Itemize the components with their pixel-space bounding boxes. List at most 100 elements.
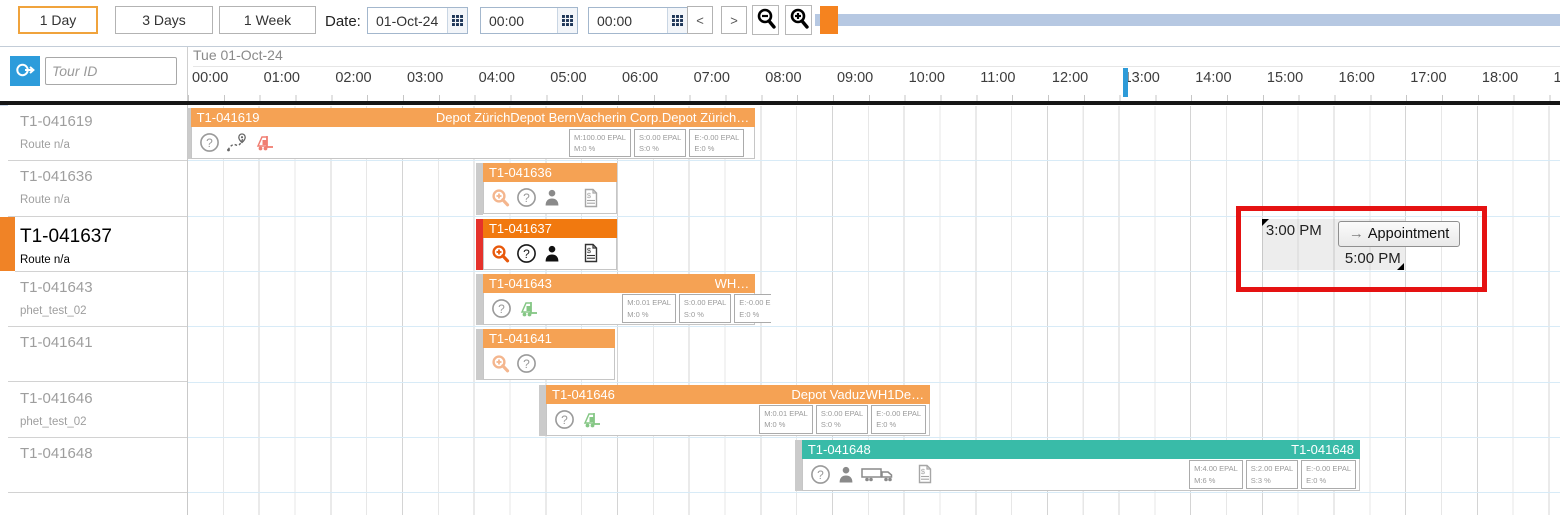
bar-stats: M:0.01 EPAL M:0 % S:0.00 EPAL S:0 % E:-0.00 … <box>619 294 772 323</box>
route-icon[interactable] <box>226 132 248 153</box>
tour-route-label: phet_test_02 <box>20 304 87 317</box>
scrollbar-handle[interactable] <box>820 6 838 34</box>
person-dark-icon[interactable] <box>543 244 561 263</box>
bar-header[interactable]: T1-041643 WH… <box>482 273 756 293</box>
question-icon[interactable]: ? <box>810 464 831 485</box>
date-value[interactable]: 01-Oct-24 <box>368 13 447 29</box>
time-to-input[interactable]: 00:00 <box>588 7 688 34</box>
tour-list-item-T1-041643[interactable]: T1-041643 phet_test_02 <box>8 271 187 328</box>
tour-bar-T1-041641[interactable]: T1-041641? <box>475 329 615 381</box>
hour-label: 11:00 <box>980 70 1016 86</box>
bar-body[interactable]: ? <box>482 348 615 381</box>
doc-gray-icon[interactable]: $ <box>583 188 599 208</box>
bar-header[interactable]: T1-041619 Depot ZürichDepot BernVacherin … <box>190 108 756 127</box>
stat-box: E:-0.00 EPALE:0 % <box>734 294 772 323</box>
time-to-value[interactable]: 00:00 <box>589 13 667 29</box>
row-separator <box>187 215 1560 217</box>
tour-list-item-T1-041636[interactable]: T1-041636 Route n/a <box>8 161 187 217</box>
tour-bar-T1-041646[interactable]: T1-041646 Depot VaduzWH1De…? M:0.01 EPAL M:… <box>539 384 931 436</box>
zoom-pale-icon[interactable] <box>491 188 510 207</box>
gantt-grid: T1-041619 Depot ZürichDepot BernVacherin … <box>183 106 1560 515</box>
appointment-end-marker <box>1397 262 1405 270</box>
hour-label: 01:00 <box>263 70 300 86</box>
bar-body[interactable]: ? M:0.01 EPAL M:0 % S:0.00 EPAL S:0 % E:-0.00… <box>482 292 772 325</box>
question-icon[interactable]: ? <box>199 132 220 153</box>
appointment-block[interactable]: 3:00 PM 5:00 PM → Appointment <box>1261 218 1461 270</box>
tour-list-item-T1-041641[interactable]: T1-041641 <box>8 327 187 383</box>
stat-box: M:0.01 EPAL M:0 % <box>622 294 676 323</box>
svg-text:?: ? <box>523 357 530 371</box>
row-separator <box>187 270 1560 272</box>
tour-bar-T1-041648[interactable]: T1-041648 T1-041648? $ M:4.00 EPAL M:6 % S:2.… <box>794 439 1361 492</box>
tour-id-label: T1-041641 <box>20 334 93 352</box>
tour-list-item-T1-041637[interactable]: T1-041637 Route n/a <box>15 216 187 272</box>
view-1-day-button[interactable]: 1 Day <box>18 6 98 34</box>
zoom-in-button[interactable] <box>785 5 812 35</box>
bar-body[interactable]: ? $ M:4.00 EPAL M:6 % S:2.00 EPAL S:3 % E:-0.0… <box>801 458 1361 491</box>
bar-body[interactable]: ? $ <box>482 237 617 270</box>
tour-bar-T1-041637[interactable]: T1-041637? $ <box>475 218 617 270</box>
bar-header[interactable]: T1-041636 <box>482 163 617 183</box>
zoom-pale-icon[interactable] <box>491 354 510 373</box>
bar-stats: M:100.00 EPAL M:0 % S:0.00 EPAL S:0 % E:-0.0… <box>566 128 745 157</box>
question-icon[interactable]: ? <box>516 353 537 374</box>
bar-body[interactable]: ? $ <box>482 182 617 215</box>
next-day-button[interactable]: > <box>721 6 747 34</box>
bar-stats: M:0.01 EPAL M:0 % S:0.00 EPAL S:0 % E:-0.00 … <box>756 405 927 434</box>
time-picker-icon[interactable] <box>557 8 577 33</box>
tour-id-search-input[interactable] <box>45 57 177 85</box>
zoom-strong-icon[interactable] <box>491 244 510 263</box>
hour-label: 09:00 <box>836 70 874 86</box>
tour-list-item-T1-041648[interactable]: T1-041648 <box>8 437 187 494</box>
row-separator <box>187 160 1560 162</box>
question-icon[interactable]: ? <box>491 298 512 319</box>
row-separator <box>187 436 1560 438</box>
bar-body[interactable]: ? M:0.01 EPAL M:0 % S:0.00 EPAL S:0 % E:-0.00… <box>546 403 931 436</box>
hour-label: 08:00 <box>765 70 802 86</box>
person-gray-icon[interactable] <box>837 465 855 484</box>
question-dark-icon[interactable]: ? <box>516 243 537 264</box>
time-from-value[interactable]: 00:00 <box>481 13 557 29</box>
tour-bar-T1-041619[interactable]: T1-041619 Depot ZürichDepot BernVacherin … <box>183 108 756 160</box>
prev-day-button[interactable]: < <box>687 6 713 34</box>
bar-header[interactable]: T1-041637 <box>482 218 617 238</box>
view-1-week-button[interactable]: 1 Week <box>219 6 316 34</box>
tour-list-item-T1-041619[interactable]: T1-041619 Route n/a <box>8 106 187 162</box>
forklift-green-icon[interactable] <box>581 410 603 429</box>
time-from-input[interactable]: 00:00 <box>480 7 578 34</box>
tour-bar-T1-041636[interactable]: T1-041636? $ <box>475 163 617 215</box>
bar-edge-marker <box>794 439 802 492</box>
svg-text:?: ? <box>817 468 824 482</box>
bar-title: T1-041648 <box>807 441 871 457</box>
bar-header[interactable]: T1-041648 T1-041648 <box>801 439 1361 459</box>
person-gray-icon[interactable] <box>543 188 561 207</box>
forklift-red-icon[interactable] <box>254 133 276 152</box>
doc-gray-icon[interactable]: $ <box>917 464 933 484</box>
tour-search-button[interactable] <box>10 56 40 86</box>
zoom-out-button[interactable] <box>752 5 779 35</box>
calendar-icon[interactable] <box>447 8 467 33</box>
bar-header[interactable]: T1-041641 <box>482 329 615 349</box>
tour-id-label: T1-041636 <box>20 168 93 186</box>
timeline-scrollbar[interactable] <box>815 0 1560 46</box>
doc-dark-icon[interactable]: $ <box>583 243 599 263</box>
date-input[interactable]: 01-Oct-24 <box>367 7 468 34</box>
tour-list-item-T1-041646[interactable]: T1-041646 phet_test_02 <box>8 382 187 438</box>
stat-box: M:0.01 EPAL M:0 % <box>759 405 813 434</box>
bar-body[interactable]: ? M:100.00 EPAL M:0 % S:0.00 EPAL S:0 % E:-0.… <box>190 127 756 159</box>
forklift-green-icon[interactable] <box>518 299 540 318</box>
tour-bar-T1-041643[interactable]: T1-041643 WH…? M:0.01 EPAL M:0 % S:0.00 EPAL… <box>475 273 772 326</box>
stat-box: S:2.00 EPAL S:3 % <box>1245 460 1299 489</box>
question-icon[interactable]: ? <box>554 409 575 430</box>
view-3-days-button[interactable]: 3 Days <box>115 6 213 34</box>
truck-icon[interactable] <box>861 465 895 484</box>
tour-route-label: Route n/a <box>20 194 70 207</box>
hour-label: 14:00 <box>1195 70 1232 86</box>
scrollbar-track[interactable] <box>815 14 1560 26</box>
bar-header[interactable]: T1-041646 Depot VaduzWH1De… <box>546 384 931 404</box>
appointment-button[interactable]: → Appointment <box>1337 220 1461 247</box>
time-picker-icon[interactable] <box>667 8 687 33</box>
hour-label: 16:00 <box>1338 70 1375 86</box>
current-time-marker <box>1123 68 1129 97</box>
question-icon[interactable]: ? <box>516 187 537 208</box>
